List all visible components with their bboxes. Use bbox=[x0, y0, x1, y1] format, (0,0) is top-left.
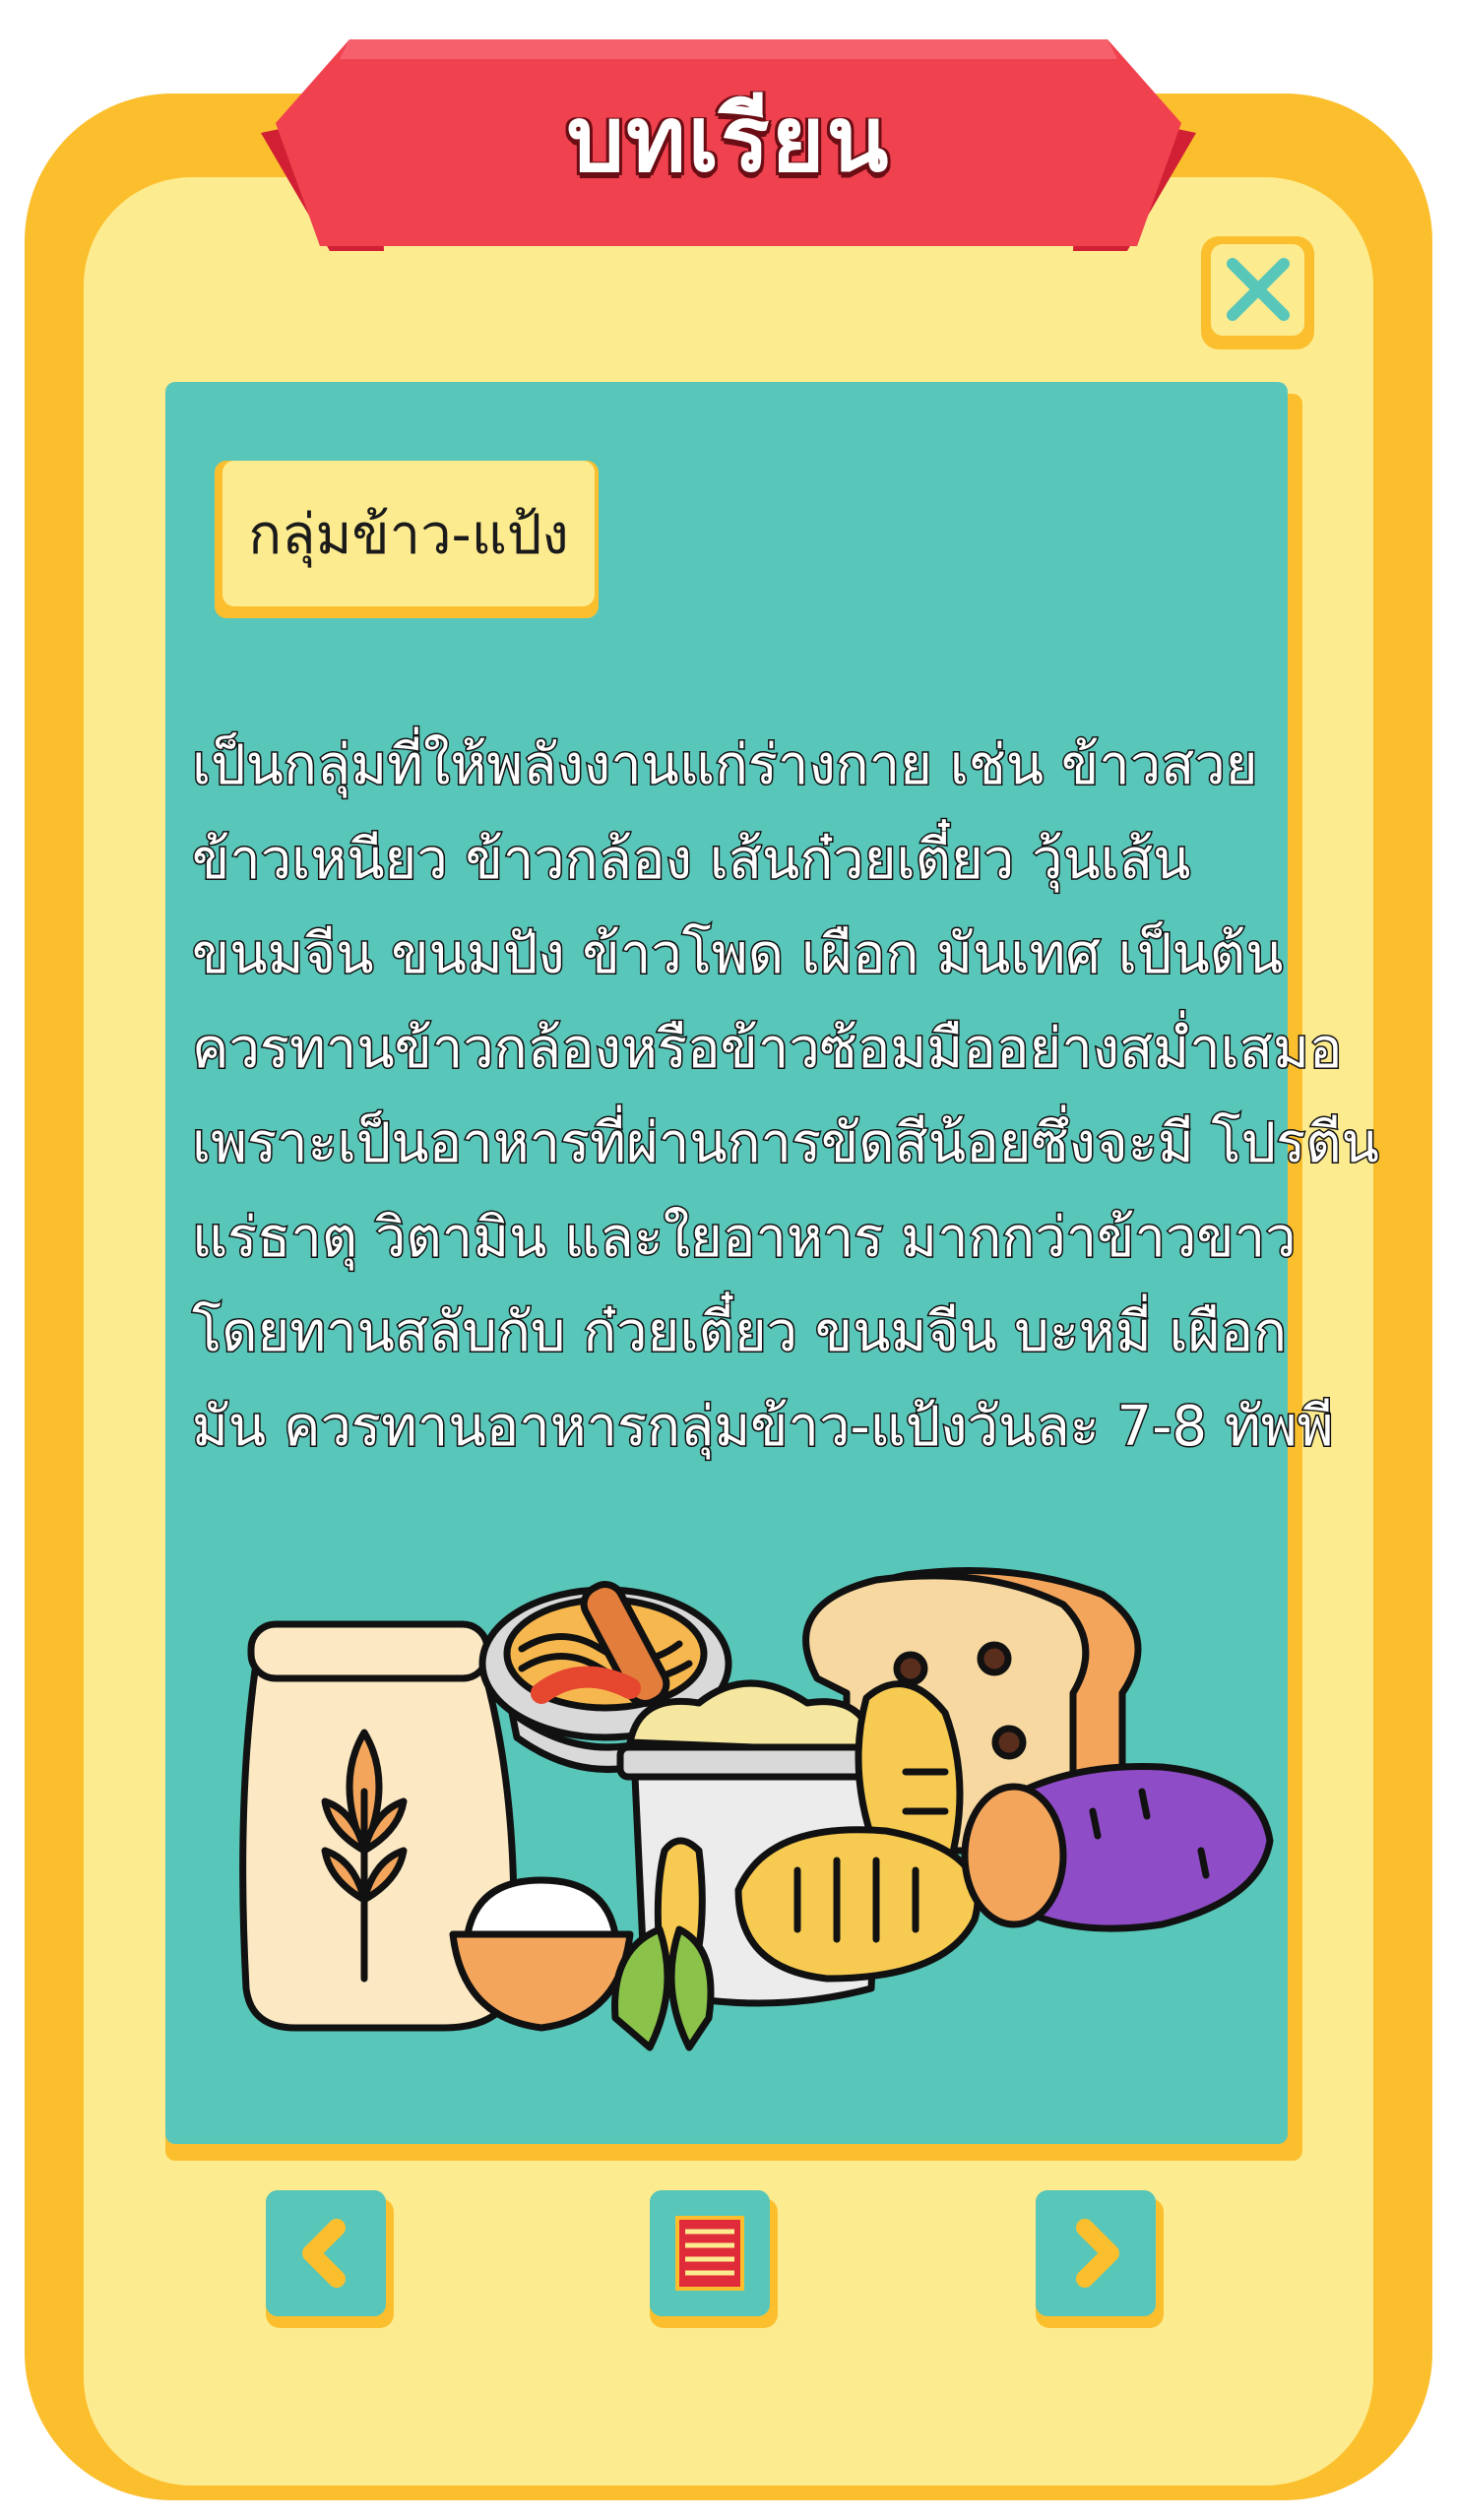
previous-button[interactable] bbox=[266, 2190, 394, 2328]
purple-sweet-potato-icon bbox=[961, 1763, 1274, 1932]
lesson-line: ขนมจีน ขนมปัง ข้าวโพด เผือก มันเทศ เป็นต… bbox=[191, 921, 1285, 988]
next-button[interactable] bbox=[1036, 2190, 1164, 2328]
carbohydrate-foods-illustration bbox=[239, 1567, 1274, 2051]
lesson-line: ควรทานข้าวกล้องหรือข้าวซ้อมมืออย่างสม่ำเ… bbox=[191, 1016, 1345, 1083]
close-x-icon bbox=[1227, 258, 1290, 321]
lesson-line: เป็นกลุ่มที่ให้พลังงานแก่ร่างกาย เช่น ข้… bbox=[191, 732, 1260, 799]
chevron-right-icon bbox=[1076, 2219, 1119, 2288]
lesson-body: เป็นกลุ่มที่ให้พลังงานแก่ร่างกาย เช่น ข้… bbox=[191, 719, 1381, 1475]
chevron-left-icon bbox=[302, 2219, 346, 2288]
lesson-line: ข้าวเหนียว ข้าวกล้อง เส้นก๋วยเตี๋ยว วุ้น… bbox=[191, 827, 1192, 894]
category-label: กลุ่มข้าว-แป้ง bbox=[215, 461, 599, 618]
taro-icon bbox=[734, 1826, 982, 1983]
menu-button[interactable] bbox=[650, 2190, 778, 2328]
lesson-line: มัน ควรทานอาหารกลุ่มข้าว-แป้งวันละ 7-8 ท… bbox=[191, 1394, 1336, 1461]
lesson-line: โดยทานสลับกับ ก๋วยเตี๋ยว ขนมจีน บะหมี่ เ… bbox=[191, 1299, 1289, 1366]
close-button[interactable] bbox=[1201, 236, 1314, 349]
category-title: กลุ่มข้าว-แป้ง bbox=[248, 502, 569, 567]
lesson-line: แร่ธาตุ วิตามิน และใยอาหาร มากกว่าข้าวขา… bbox=[191, 1205, 1299, 1272]
lesson-line: เพราะเป็นอาหารที่ผ่านการขัดสีน้อยซึ่งจะม… bbox=[191, 1110, 1381, 1177]
page-title: บทเรียน bbox=[566, 86, 891, 192]
list-menu-icon bbox=[675, 2216, 744, 2291]
